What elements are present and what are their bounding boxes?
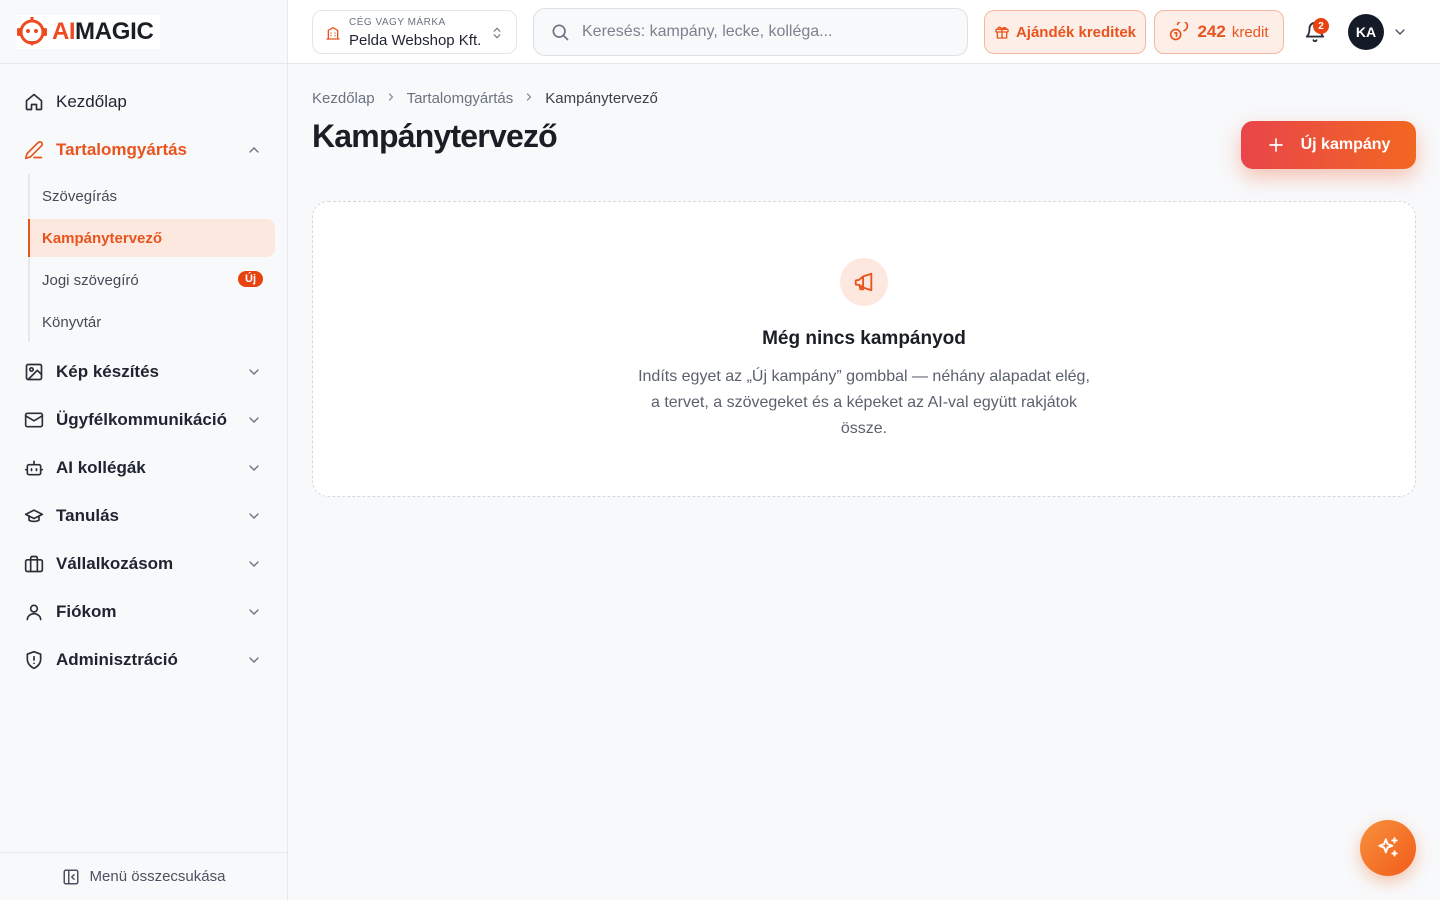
shield-icon	[24, 650, 44, 670]
sidebar-item-label: Fiókom	[56, 602, 117, 621]
mail-icon	[24, 410, 44, 430]
logo-bar: AI MAGIC	[0, 0, 287, 64]
chevron-down-icon[interactable]	[246, 652, 262, 668]
sidebar-item-content-production[interactable]: Tartalomgyártás	[12, 130, 276, 170]
search-input[interactable]	[582, 23, 962, 41]
sidebar-subitem-campaign-planner[interactable]: Kampánytervező	[28, 219, 275, 257]
sidebar-item-label: Tanulás	[56, 506, 119, 525]
credit-unit: kredit	[1231, 23, 1269, 41]
search-icon	[552, 24, 569, 41]
chevron-up-down-icon	[493, 27, 501, 39]
chevron-up-icon[interactable]	[246, 142, 262, 158]
breadcrumb: Kezdőlap Tartalomgyártás Kampánytervező	[312, 90, 658, 107]
sidebar-item-label: Adminisztráció	[56, 650, 178, 669]
plus-icon	[1268, 138, 1283, 152]
subitem-label: Könyvtár	[42, 313, 102, 331]
sidebar-item-label: Tartalomgyártás	[56, 140, 188, 159]
ai-assistant-button[interactable]	[1360, 820, 1416, 876]
image-icon	[24, 362, 44, 382]
megaphone-icon	[840, 258, 888, 306]
notification-count-badge: 2	[1313, 18, 1329, 34]
logo-text-ai: AI	[52, 17, 76, 45]
sidebar-item-label: AI kollégák	[56, 458, 146, 477]
gift-icon	[995, 26, 1009, 39]
coins-icon	[1170, 22, 1189, 41]
robot-logo-icon	[17, 16, 47, 46]
sidebar-subitem-legal-copywriter[interactable]: Jogi szövegíró Új	[28, 261, 275, 299]
chevron-down-icon[interactable]	[246, 508, 262, 524]
sidebar-item-customer-communication[interactable]: Ügyfélkommunikáció	[12, 400, 276, 440]
briefcase-icon	[24, 554, 44, 574]
sidebar: AI MAGIC Kezdőlap Tartalomgyártás Szövegí…	[0, 0, 288, 900]
topbar: CÉG VAGY MÁRKA Pelda Webshop Kft. Ajándé…	[288, 0, 1440, 64]
company-selector[interactable]: CÉG VAGY MÁRKA Pelda Webshop Kft.	[312, 10, 517, 54]
chevron-right-icon	[385, 90, 397, 107]
chevron-down-icon[interactable]	[246, 460, 262, 476]
new-campaign-label: Új kampány	[1300, 136, 1391, 153]
chevron-down-icon[interactable]	[246, 604, 262, 620]
sidebar-subitem-copywriting[interactable]: Szövegírás	[28, 177, 275, 215]
new-badge: Új	[238, 271, 263, 287]
sidebar-item-label: Vállalkozásom	[56, 554, 174, 573]
empty-state-description: Indíts egyet az „Új kampány” gombbal — n…	[638, 368, 1090, 437]
subitem-label: Jogi szövegíró	[42, 271, 139, 289]
sidebar-item-learning[interactable]: Tanulás	[12, 496, 276, 536]
logo-text-magic: MAGIC	[75, 17, 154, 45]
subitem-label: Szövegírás	[42, 187, 118, 205]
empty-state-title: Még nincs kampányod	[762, 328, 966, 349]
home-icon	[24, 92, 44, 112]
subitem-label: Kampánytervező	[42, 229, 163, 247]
chevron-down-icon[interactable]	[246, 364, 262, 380]
company-caption: CÉG VAGY MÁRKA	[349, 17, 446, 28]
gift-credits-button[interactable]: Ajándék kreditek	[984, 10, 1146, 54]
empty-state-card: Még nincs kampányod Indíts egyet az „Új …	[312, 201, 1416, 497]
panel-collapse-icon	[63, 869, 79, 884]
sidebar-item-label: Kezdőlap	[56, 92, 127, 111]
sidebar-subitem-library[interactable]: Könyvtár	[28, 303, 275, 341]
sidebar-item-my-business[interactable]: Vállalkozásom	[12, 544, 276, 584]
new-campaign-button[interactable]: Új kampány	[1241, 121, 1416, 169]
sidebar-item-image-creation[interactable]: Kép készítés	[12, 352, 276, 392]
sidebar-item-administration[interactable]: Adminisztráció	[12, 640, 276, 680]
user-avatar[interactable]: KA	[1348, 14, 1384, 50]
gift-credits-label: Ajándék kreditek	[1015, 23, 1137, 41]
chevron-right-icon	[523, 90, 535, 107]
chevron-down-icon[interactable]	[246, 412, 262, 428]
credit-balance-button[interactable]: 242 kredit	[1154, 10, 1284, 54]
collapse-menu-button[interactable]: Menü összecsukása	[0, 852, 287, 900]
sidebar-item-label: Ügyfélkommunikáció	[56, 410, 227, 429]
building-icon	[326, 27, 340, 40]
page-title: Kampánytervező	[312, 118, 558, 154]
search-box	[533, 8, 968, 56]
graduation-cap-icon	[24, 506, 44, 526]
chevron-down-icon[interactable]	[246, 556, 262, 572]
company-name: Pelda Webshop Kft.	[349, 32, 482, 49]
breadcrumb-item-current: Kampánytervező	[545, 90, 658, 107]
sidebar-item-home[interactable]: Kezdőlap	[12, 82, 276, 122]
robot-icon	[24, 458, 44, 478]
sidebar-item-my-account[interactable]: Fiókom	[12, 592, 276, 632]
credit-amount: 242	[1197, 22, 1226, 41]
pencil-icon	[24, 140, 44, 160]
sidebar-item-ai-colleagues[interactable]: AI kollégák	[12, 448, 276, 488]
collapse-menu-label: Menü összecsukása	[89, 868, 226, 885]
app-logo[interactable]: AI MAGIC	[16, 14, 160, 49]
sparkles-icon	[1378, 837, 1398, 857]
breadcrumb-item-home[interactable]: Kezdőlap	[312, 90, 375, 107]
breadcrumb-item-content-production[interactable]: Tartalomgyártás	[407, 90, 514, 107]
user-icon	[24, 602, 44, 622]
chevron-down-icon[interactable]	[1392, 24, 1408, 40]
sidebar-item-label: Kép készítés	[56, 362, 159, 381]
